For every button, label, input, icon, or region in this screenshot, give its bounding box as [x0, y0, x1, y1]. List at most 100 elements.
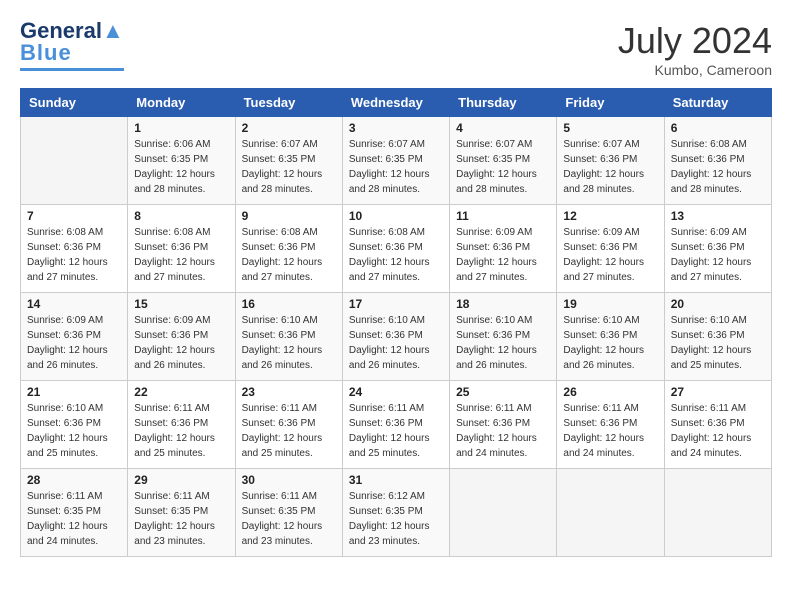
weekday-header-monday: Monday — [128, 89, 235, 117]
weekday-header-friday: Friday — [557, 89, 664, 117]
calendar-table: SundayMondayTuesdayWednesdayThursdayFrid… — [20, 88, 772, 557]
day-sun-info: Sunrise: 6:12 AMSunset: 6:35 PMDaylight:… — [349, 489, 443, 549]
day-number: 20 — [671, 297, 765, 311]
day-number: 6 — [671, 121, 765, 135]
day-number: 26 — [563, 385, 657, 399]
weekday-header-saturday: Saturday — [664, 89, 771, 117]
day-number: 17 — [349, 297, 443, 311]
day-sun-info: Sunrise: 6:07 AMSunset: 6:35 PMDaylight:… — [349, 137, 443, 197]
calendar-cell: 24Sunrise: 6:11 AMSunset: 6:36 PMDayligh… — [342, 381, 449, 469]
logo-blue: Blue — [20, 40, 72, 66]
weekday-header-row: SundayMondayTuesdayWednesdayThursdayFrid… — [21, 89, 772, 117]
weekday-header-wednesday: Wednesday — [342, 89, 449, 117]
day-number: 11 — [456, 209, 550, 223]
day-number: 7 — [27, 209, 121, 223]
calendar-cell — [664, 469, 771, 557]
weekday-header-tuesday: Tuesday — [235, 89, 342, 117]
calendar-cell: 11Sunrise: 6:09 AMSunset: 6:36 PMDayligh… — [450, 205, 557, 293]
day-sun-info: Sunrise: 6:07 AMSunset: 6:35 PMDaylight:… — [242, 137, 336, 197]
calendar-cell: 21 Sunrise: 6:10 AMSunset: 6:36 PMDayligh… — [21, 381, 128, 469]
logo-underline — [20, 68, 124, 71]
logo-text: General▲ — [20, 20, 124, 42]
calendar-week-row: 28 Sunrise: 6:11 AMSunset: 6:35 PMDayligh… — [21, 469, 772, 557]
calendar-cell: 14 Sunrise: 6:09 AMSunset: 6:36 PMDayligh… — [21, 293, 128, 381]
day-number: 9 — [242, 209, 336, 223]
calendar-cell: 6 Sunrise: 6:08 AMSunset: 6:36 PMDaylight… — [664, 117, 771, 205]
day-sun-info: Sunrise: 6:08 AMSunset: 6:36 PMDaylight:… — [349, 225, 443, 285]
location-subtitle: Kumbo, Cameroon — [618, 62, 772, 78]
calendar-cell: 8Sunrise: 6:08 AMSunset: 6:36 PMDaylight… — [128, 205, 235, 293]
calendar-week-row: 1 Sunrise: 6:06 AMSunset: 6:35 PMDaylight… — [21, 117, 772, 205]
day-sun-info: Sunrise: 6:11 AMSunset: 6:35 PMDaylight:… — [134, 489, 228, 549]
calendar-cell: 20Sunrise: 6:10 AMSunset: 6:36 PMDayligh… — [664, 293, 771, 381]
title-block: July 2024 Kumbo, Cameroon — [618, 20, 772, 78]
day-sun-info: Sunrise: 6:11 AMSunset: 6:36 PMDaylight:… — [671, 401, 765, 461]
day-sun-info: Sunrise: 6:11 AMSunset: 6:36 PMDaylight:… — [456, 401, 550, 461]
calendar-cell: 16Sunrise: 6:10 AMSunset: 6:36 PMDayligh… — [235, 293, 342, 381]
calendar-cell: 3 Sunrise: 6:07 AMSunset: 6:35 PMDaylight… — [342, 117, 449, 205]
day-sun-info: Sunrise: 6:11 AMSunset: 6:35 PMDaylight:… — [27, 489, 121, 549]
day-number: 14 — [27, 297, 121, 311]
calendar-cell: 26 Sunrise: 6:11 AMSunset: 6:36 PMDayligh… — [557, 381, 664, 469]
calendar-cell — [450, 469, 557, 557]
day-number: 25 — [456, 385, 550, 399]
day-number: 4 — [456, 121, 550, 135]
day-number: 2 — [242, 121, 336, 135]
calendar-cell: 19 Sunrise: 6:10 AMSunset: 6:36 PMDayligh… — [557, 293, 664, 381]
day-sun-info: Sunrise: 6:09 AMSunset: 6:36 PMDaylight:… — [671, 225, 765, 285]
day-sun-info: Sunrise: 6:09 AMSunset: 6:36 PMDaylight:… — [134, 313, 228, 373]
calendar-cell — [21, 117, 128, 205]
day-sun-info: Sunrise: 6:11 AMSunset: 6:36 PMDaylight:… — [242, 401, 336, 461]
calendar-cell: 18 Sunrise: 6:10 AMSunset: 6:36 PMDayligh… — [450, 293, 557, 381]
day-sun-info: Sunrise: 6:11 AMSunset: 6:36 PMDaylight:… — [134, 401, 228, 461]
weekday-header-sunday: Sunday — [21, 89, 128, 117]
calendar-cell — [557, 469, 664, 557]
calendar-week-row: 21 Sunrise: 6:10 AMSunset: 6:36 PMDayligh… — [21, 381, 772, 469]
day-sun-info: Sunrise: 6:10 AMSunset: 6:36 PMDaylight:… — [242, 313, 336, 373]
day-number: 28 — [27, 473, 121, 487]
day-number: 12 — [563, 209, 657, 223]
day-number: 21 — [27, 385, 121, 399]
calendar-cell: 23 Sunrise: 6:11 AMSunset: 6:36 PMDayligh… — [235, 381, 342, 469]
day-sun-info: Sunrise: 6:11 AMSunset: 6:35 PMDaylight:… — [242, 489, 336, 549]
day-sun-info: Sunrise: 6:08 AMSunset: 6:36 PMDaylight:… — [242, 225, 336, 285]
calendar-cell: 9 Sunrise: 6:08 AMSunset: 6:36 PMDaylight… — [235, 205, 342, 293]
weekday-header-thursday: Thursday — [450, 89, 557, 117]
day-sun-info: Sunrise: 6:09 AMSunset: 6:36 PMDaylight:… — [27, 313, 121, 373]
day-number: 1 — [134, 121, 228, 135]
calendar-cell: 30 Sunrise: 6:11 AMSunset: 6:35 PMDayligh… — [235, 469, 342, 557]
day-number: 10 — [349, 209, 443, 223]
day-number: 5 — [563, 121, 657, 135]
day-sun-info: Sunrise: 6:08 AMSunset: 6:36 PMDaylight:… — [27, 225, 121, 285]
day-sun-info: Sunrise: 6:08 AMSunset: 6:36 PMDaylight:… — [671, 137, 765, 197]
calendar-cell: 10 Sunrise: 6:08 AMSunset: 6:36 PMDayligh… — [342, 205, 449, 293]
day-number: 29 — [134, 473, 228, 487]
month-year-title: July 2024 — [618, 20, 772, 62]
day-number: 13 — [671, 209, 765, 223]
day-number: 27 — [671, 385, 765, 399]
calendar-week-row: 14 Sunrise: 6:09 AMSunset: 6:36 PMDayligh… — [21, 293, 772, 381]
day-sun-info: Sunrise: 6:06 AMSunset: 6:35 PMDaylight:… — [134, 137, 228, 197]
day-sun-info: Sunrise: 6:10 AMSunset: 6:36 PMDaylight:… — [456, 313, 550, 373]
calendar-cell: 22Sunrise: 6:11 AMSunset: 6:36 PMDayligh… — [128, 381, 235, 469]
day-number: 30 — [242, 473, 336, 487]
day-number: 15 — [134, 297, 228, 311]
day-sun-info: Sunrise: 6:11 AMSunset: 6:36 PMDaylight:… — [563, 401, 657, 461]
calendar-cell: 13 Sunrise: 6:09 AMSunset: 6:36 PMDayligh… — [664, 205, 771, 293]
day-number: 23 — [242, 385, 336, 399]
day-number: 31 — [349, 473, 443, 487]
day-sun-info: Sunrise: 6:08 AMSunset: 6:36 PMDaylight:… — [134, 225, 228, 285]
day-number: 19 — [563, 297, 657, 311]
calendar-cell: 17Sunrise: 6:10 AMSunset: 6:36 PMDayligh… — [342, 293, 449, 381]
day-sun-info: Sunrise: 6:09 AMSunset: 6:36 PMDaylight:… — [563, 225, 657, 285]
calendar-week-row: 7 Sunrise: 6:08 AMSunset: 6:36 PMDaylight… — [21, 205, 772, 293]
day-sun-info: Sunrise: 6:07 AMSunset: 6:36 PMDaylight:… — [563, 137, 657, 197]
day-number: 18 — [456, 297, 550, 311]
day-sun-info: Sunrise: 6:10 AMSunset: 6:36 PMDaylight:… — [27, 401, 121, 461]
day-number: 3 — [349, 121, 443, 135]
calendar-cell: 5 Sunrise: 6:07 AMSunset: 6:36 PMDaylight… — [557, 117, 664, 205]
day-sun-info: Sunrise: 6:10 AMSunset: 6:36 PMDaylight:… — [563, 313, 657, 373]
calendar-cell: 7 Sunrise: 6:08 AMSunset: 6:36 PMDaylight… — [21, 205, 128, 293]
logo: General▲ Blue — [20, 20, 124, 71]
calendar-cell: 31 Sunrise: 6:12 AMSunset: 6:35 PMDayligh… — [342, 469, 449, 557]
